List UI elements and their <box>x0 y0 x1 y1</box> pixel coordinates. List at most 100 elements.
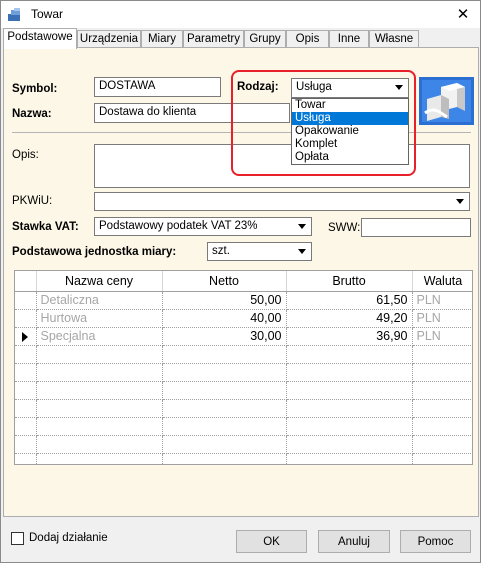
brutto-cell[interactable]: 36,90 <box>286 327 413 346</box>
currency-cell[interactable]: PLN <box>412 309 472 328</box>
netto-cell[interactable]: 30,00 <box>162 327 287 346</box>
empty-cell <box>15 363 37 382</box>
unit-select-value: szt. <box>212 245 230 257</box>
empty-cell[interactable] <box>412 399 472 418</box>
empty-row[interactable] <box>15 435 472 454</box>
price-name-cell[interactable]: Hurtowa <box>36 309 163 328</box>
empty-cell[interactable] <box>36 399 163 418</box>
empty-cell <box>15 453 37 464</box>
empty-row[interactable] <box>15 399 472 418</box>
table-row[interactable]: Hurtowa 40,00 49,20 PLN <box>15 309 472 328</box>
empty-cell[interactable] <box>162 363 287 382</box>
empty-cell[interactable] <box>36 381 163 400</box>
empty-cell[interactable] <box>36 345 163 364</box>
sww-field[interactable] <box>361 218 471 237</box>
empty-cell[interactable] <box>412 381 472 400</box>
sww-label: SWW: <box>328 222 361 234</box>
price-name-cell[interactable]: Specjalna <box>36 327 163 346</box>
netto-cell[interactable]: 50,00 <box>162 291 287 310</box>
empty-row[interactable] <box>15 417 472 436</box>
empty-row[interactable] <box>15 453 472 464</box>
empty-cell[interactable] <box>412 453 472 464</box>
vat-select-value: Podstawowy podatek VAT 23% <box>99 220 258 232</box>
empty-cell[interactable] <box>36 363 163 382</box>
currency-cell[interactable]: PLN <box>412 291 472 310</box>
tab-wlasne[interactable]: Własne <box>369 30 419 47</box>
price-grid[interactable]: Nazwa ceny Netto Brutto Waluta Detaliczn… <box>14 270 473 465</box>
brutto-cell[interactable]: 61,50 <box>286 291 413 310</box>
table-row[interactable]: Detaliczna 50,00 61,50 PLN <box>15 291 472 310</box>
column-header-nazwa-ceny[interactable]: Nazwa ceny <box>36 271 163 292</box>
footer-bar: Dodaj działanie OK Anuluj Pomoc <box>1 518 480 562</box>
tab-strip: Podstawowe Urządzenia Miary Parametry Gr… <box>3 28 479 49</box>
empty-cell[interactable] <box>286 399 413 418</box>
product-window: Towar ✕ Podstawowe Urządzenia Miary Para… <box>0 0 481 563</box>
close-icon[interactable]: ✕ <box>452 4 474 24</box>
tab-miary[interactable]: Miary <box>141 30 183 47</box>
empty-cell[interactable] <box>36 435 163 454</box>
row-indicator <box>15 291 37 310</box>
empty-cell[interactable] <box>36 417 163 436</box>
empty-cell[interactable] <box>162 345 287 364</box>
product-box-icon <box>419 77 474 125</box>
empty-cell[interactable] <box>162 453 287 464</box>
empty-cell[interactable] <box>286 435 413 454</box>
currency-cell[interactable]: PLN <box>412 327 472 346</box>
empty-cell[interactable] <box>162 399 287 418</box>
empty-cell[interactable] <box>162 381 287 400</box>
empty-cell[interactable] <box>412 345 472 364</box>
tab-inne[interactable]: Inne <box>329 30 369 47</box>
symbol-label: Symbol: <box>12 83 58 95</box>
symbol-field[interactable]: DOSTAWA <box>94 77 221 97</box>
empty-cell <box>15 381 37 400</box>
empty-cell[interactable] <box>286 345 413 364</box>
unit-select[interactable]: szt. <box>207 242 312 261</box>
vat-select[interactable]: Podstawowy podatek VAT 23% <box>94 217 312 236</box>
tab-parametry[interactable]: Parametry <box>183 30 244 47</box>
row-indicator-header <box>15 271 37 292</box>
empty-row[interactable] <box>15 381 472 400</box>
current-row-pointer-icon <box>22 331 29 342</box>
empty-row[interactable] <box>15 345 472 364</box>
empty-cell[interactable] <box>162 417 287 436</box>
empty-cell[interactable] <box>286 363 413 382</box>
tab-opis[interactable]: Opis <box>286 30 329 47</box>
empty-cell <box>15 345 37 364</box>
tab-grupy[interactable]: Grupy <box>244 30 286 47</box>
column-header-brutto[interactable]: Brutto <box>286 271 413 292</box>
row-indicator <box>15 309 37 328</box>
netto-cell[interactable]: 40,00 <box>162 309 287 328</box>
highlight-annotation <box>231 70 416 176</box>
column-header-netto[interactable]: Netto <box>162 271 287 292</box>
chevron-down-icon <box>298 224 306 229</box>
brutto-cell[interactable]: 49,20 <box>286 309 413 328</box>
chevron-down-icon <box>456 199 464 204</box>
help-button[interactable]: Pomoc <box>400 530 471 553</box>
empty-row[interactable] <box>15 363 472 382</box>
chevron-down-icon <box>298 249 306 254</box>
empty-cell[interactable] <box>412 435 472 454</box>
column-header-waluta[interactable]: Waluta <box>412 271 472 292</box>
empty-cell[interactable] <box>286 381 413 400</box>
empty-cell[interactable] <box>286 453 413 464</box>
nazwa-label: Nazwa: <box>12 108 52 120</box>
tab-urzadzenia[interactable]: Urządzenia <box>77 30 141 47</box>
empty-cell[interactable] <box>162 435 287 454</box>
pkwiu-select[interactable] <box>94 192 470 211</box>
opis-label: Opis: <box>12 149 39 161</box>
add-action-checkbox[interactable] <box>11 532 24 545</box>
price-grid-header: Nazwa ceny Netto Brutto Waluta <box>15 271 472 292</box>
empty-cell <box>15 435 37 454</box>
price-name-cell[interactable]: Detaliczna <box>36 291 163 310</box>
pkwiu-label: PKWiU: <box>12 195 53 207</box>
add-action-label[interactable]: Dodaj działanie <box>29 532 108 544</box>
empty-cell[interactable] <box>412 417 472 436</box>
table-row[interactable]: Specjalna 30,00 36,90 PLN <box>15 327 472 346</box>
tab-podstawowe[interactable]: Podstawowe <box>3 28 77 49</box>
empty-cell[interactable] <box>36 453 163 464</box>
empty-cell[interactable] <box>412 363 472 382</box>
ok-button[interactable]: OK <box>236 530 307 553</box>
cancel-button[interactable]: Anuluj <box>318 530 390 553</box>
empty-cell[interactable] <box>286 417 413 436</box>
vat-label: Stawka VAT: <box>12 221 79 233</box>
